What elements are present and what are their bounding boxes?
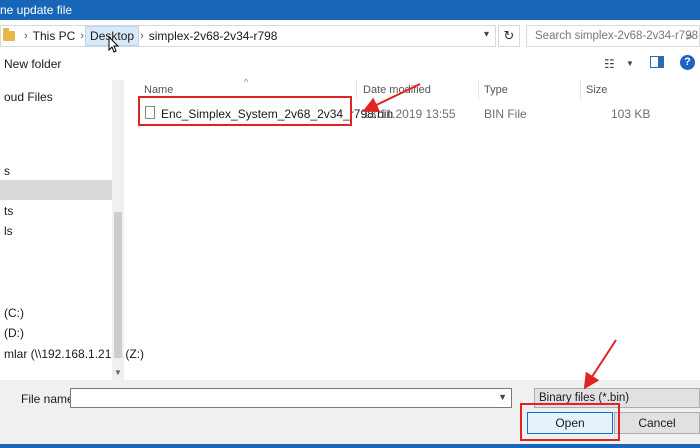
search-icon: ⌕ [686, 29, 693, 43]
file-name-input[interactable]: ▼ [70, 388, 512, 408]
window-title: ne update file [0, 3, 73, 17]
nav-item-drive-c[interactable]: (C:) [4, 306, 24, 320]
chevron-down-icon[interactable]: ▼ [498, 392, 507, 402]
toolbar: New folder ☷ ▼ ? [0, 52, 700, 76]
help-icon[interactable]: ? [680, 55, 695, 70]
sort-ascending-icon: ^ [244, 77, 249, 87]
column-header-type[interactable]: Type [484, 84, 508, 96]
annotation-highlight-box [520, 403, 620, 441]
view-options-chevron-down-icon[interactable]: ▼ [626, 59, 634, 68]
column-divider[interactable] [356, 80, 357, 100]
window-titlebar: ne update file [0, 0, 700, 20]
file-list: ^ Name Date modified Type Size Enc_Simpl… [124, 76, 700, 380]
window-bottom-edge [0, 444, 700, 448]
file-size: 103 KB [611, 107, 651, 121]
column-divider[interactable] [580, 80, 581, 100]
breadcrumb-current-folder[interactable]: simplex-2v68-2v34-r798 [145, 29, 282, 43]
navigation-pane: oud Files s ts ls (C:) (D:) mlar (\\192.… [0, 80, 144, 380]
scroll-down-icon[interactable]: ▼ [114, 368, 122, 377]
refresh-icon: ↻ [503, 28, 515, 43]
breadcrumb-this-pc[interactable]: This PC [29, 29, 80, 43]
search-placeholder: Search simplex-2v68-2v34-r798 [535, 30, 698, 42]
view-options-icon[interactable]: ☷ [604, 57, 615, 71]
column-divider[interactable] [478, 80, 479, 100]
cancel-button[interactable]: Cancel [614, 412, 700, 434]
address-bar[interactable]: › This PC › Desktop › simplex-2v68-2v34-… [0, 25, 496, 47]
search-input[interactable]: Search simplex-2v68-2v34-r798 ⌕ [526, 25, 700, 47]
folder-icon [3, 28, 15, 41]
nav-selected-item[interactable] [0, 180, 112, 200]
dialog-footer: File name: ▼ Binary files (*.bin) Open C… [0, 380, 700, 448]
file-date: 13.11.2019 13:55 [363, 107, 456, 121]
preview-pane-icon[interactable] [650, 56, 664, 68]
nav-scrollbar-thumb[interactable] [114, 212, 122, 358]
annotation-highlight-box [138, 96, 352, 126]
new-folder-button[interactable]: New folder [4, 57, 61, 71]
refresh-button[interactable]: ↻ [498, 25, 520, 47]
address-history-chevron-down-icon[interactable]: ▾ [484, 29, 489, 40]
file-type: BIN File [484, 107, 527, 121]
address-row: › This PC › Desktop › simplex-2v68-2v34-… [0, 24, 700, 50]
file-name-label: File name: [21, 392, 78, 406]
breadcrumb-desktop[interactable]: Desktop [85, 26, 140, 46]
nav-item-drive-d[interactable]: (D:) [4, 326, 24, 340]
nav-item-cloud-files[interactable]: oud Files [4, 90, 53, 104]
nav-item[interactable]: ts [4, 204, 13, 218]
column-header-size[interactable]: Size [586, 84, 607, 96]
column-header-name[interactable]: Name [144, 84, 173, 96]
nav-item[interactable]: s [4, 164, 10, 178]
nav-scrollbar[interactable]: ▼ [112, 80, 124, 380]
column-header-date[interactable]: Date modified [363, 84, 431, 96]
nav-item[interactable]: ls [4, 224, 13, 238]
